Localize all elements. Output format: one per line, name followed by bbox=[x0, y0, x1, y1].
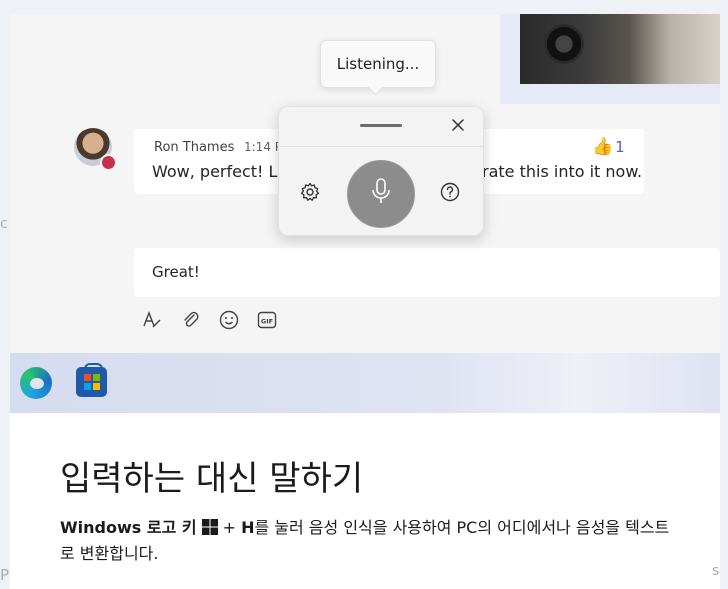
windows-logo-icon bbox=[201, 517, 219, 535]
reaction-count: 1 bbox=[615, 138, 625, 156]
windows-key-label: Windows 로고 키 bbox=[60, 518, 197, 537]
store-tile-red bbox=[83, 374, 91, 381]
camera-photo bbox=[520, 14, 720, 84]
store-tile-green bbox=[92, 374, 100, 381]
panel-divider bbox=[279, 146, 483, 147]
thumbs-up-icon: 👍 bbox=[592, 137, 614, 157]
close-icon[interactable] bbox=[449, 116, 467, 134]
listening-tooltip: Listening... bbox=[320, 40, 436, 88]
voice-typing-panel bbox=[278, 106, 484, 236]
description-text: Windows 로고 키 + H를 눌러 음성 인식을 사용하여 PC의 어디에서… bbox=[60, 515, 670, 567]
edge-icon-cutout bbox=[30, 378, 44, 389]
store-icon[interactable] bbox=[76, 367, 107, 397]
help-icon[interactable] bbox=[439, 181, 461, 203]
emoji-icon[interactable] bbox=[218, 309, 240, 331]
clipped-text-fragment: s bbox=[712, 563, 720, 579]
reaction-badge[interactable]: 👍 1 bbox=[592, 137, 625, 157]
h-key-label: H bbox=[241, 518, 255, 537]
clipped-text-fragment: c bbox=[0, 216, 8, 232]
store-tile-blue bbox=[83, 383, 91, 390]
info-panel: 입력하는 대신 말하기 Windows 로고 키 + H를 눌러 음성 인식을 사… bbox=[10, 413, 720, 589]
message-time: 1:14 P bbox=[244, 140, 282, 154]
message-text: Wow, perfect! Le bbox=[152, 162, 288, 181]
microphone-button[interactable] bbox=[347, 160, 415, 228]
compose-text: Great! bbox=[152, 263, 200, 281]
message-author: Ron Thames bbox=[154, 140, 235, 155]
store-tile-yellow bbox=[92, 383, 100, 390]
clipped-text-fragment: P bbox=[0, 566, 10, 584]
drag-handle[interactable] bbox=[360, 124, 402, 127]
page-title: 입력하는 대신 말하기 bbox=[60, 459, 364, 499]
compose-box[interactable]: Great! bbox=[134, 248, 720, 297]
presence-busy-icon bbox=[100, 154, 117, 171]
plus-sign: + bbox=[222, 518, 236, 537]
microphone-icon bbox=[368, 177, 394, 211]
camera-lens-graphic bbox=[544, 24, 584, 64]
edge-icon[interactable] bbox=[20, 367, 52, 399]
message-text-continued: rate this into it now. bbox=[482, 162, 643, 181]
svg-text:GIF: GIF bbox=[261, 318, 273, 326]
attach-icon[interactable] bbox=[180, 309, 202, 331]
gear-icon[interactable] bbox=[299, 181, 321, 203]
shared-image-card[interactable] bbox=[500, 14, 720, 104]
format-icon[interactable] bbox=[141, 309, 163, 331]
taskbar bbox=[10, 353, 720, 413]
gif-icon[interactable]: GIF bbox=[256, 309, 278, 331]
